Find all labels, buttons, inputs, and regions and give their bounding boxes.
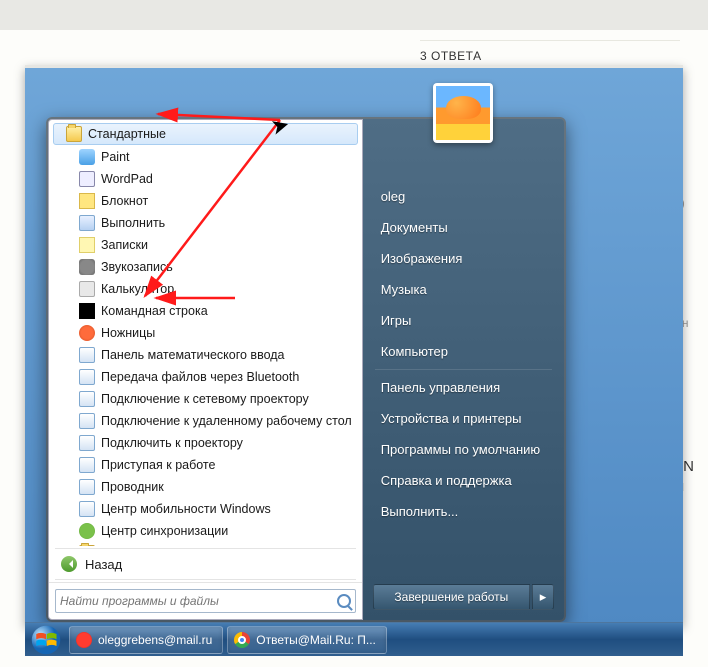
avatar-image [436, 86, 490, 140]
program-getting-started[interactable]: Приступая к работе [51, 454, 360, 476]
folder-icon [79, 545, 95, 546]
program-label: Передача файлов через Bluetooth [101, 370, 299, 384]
math-panel-icon [79, 347, 95, 363]
link-documents[interactable]: Документы [367, 212, 560, 243]
taskbar-item-label: Ответы@Mail.Ru: П... [256, 633, 376, 647]
program-label: Панель математического ввода [101, 348, 285, 362]
folder-powershell[interactable]: Windows PowerShell [51, 542, 360, 546]
program-math-input[interactable]: Панель математического ввода [51, 344, 360, 366]
projector-icon [79, 435, 95, 451]
mobility-icon [79, 501, 95, 517]
start-button[interactable] [25, 623, 67, 657]
projector-icon [79, 391, 95, 407]
sync-icon [79, 523, 95, 539]
program-snipping-tool[interactable]: Ножницы [51, 322, 360, 344]
separator [55, 548, 356, 549]
link-music[interactable]: Музыка [367, 274, 560, 305]
folder-icon [66, 126, 82, 142]
run-icon [79, 215, 95, 231]
search-box[interactable] [55, 589, 356, 613]
program-label: Записки [101, 238, 148, 252]
link-devices-printers[interactable]: Устройства и принтеры [367, 403, 560, 434]
paint-icon [79, 149, 95, 165]
link-default-programs[interactable]: Программы по умолчанию [367, 434, 560, 465]
link-pictures[interactable]: Изображения [367, 243, 560, 274]
program-label: Стандартные [88, 127, 166, 141]
program-label: Подключение к удаленному рабочему стол [101, 414, 352, 428]
program-soundrecorder[interactable]: Звукозапись [51, 256, 360, 278]
program-label: Выполнить [101, 216, 165, 230]
program-run[interactable]: Выполнить [51, 212, 360, 234]
opera-icon [76, 632, 92, 648]
chrome-icon [234, 632, 250, 648]
cmd-icon [79, 303, 95, 319]
program-label: Центр мобильности Windows [101, 502, 271, 516]
program-label: Ножницы [101, 326, 155, 340]
user-avatar[interactable] [433, 83, 493, 143]
back-button[interactable]: Назад [49, 551, 362, 577]
search-input[interactable] [60, 594, 337, 608]
notepad-icon [79, 193, 95, 209]
program-stickynotes[interactable]: Записки [51, 234, 360, 256]
back-arrow-icon [61, 556, 77, 572]
program-calculator[interactable]: Калькулятор [51, 278, 360, 300]
program-label: Подключить к проектору [101, 436, 243, 450]
wordpad-icon [79, 171, 95, 187]
folder-standartnye[interactable]: Стандартные [53, 123, 358, 145]
program-wordpad[interactable]: WordPad [51, 168, 360, 190]
microphone-icon [79, 259, 95, 275]
program-label: WordPad [101, 172, 153, 186]
separator [55, 579, 356, 580]
start-menu: Стандартные Paint WordPad Блокнот Выполн… [46, 117, 566, 622]
program-cmd[interactable]: Командная строка [51, 300, 360, 322]
program-notepad[interactable]: Блокнот [51, 190, 360, 212]
taskbar-item-opera[interactable]: oleggrebens@mail.ru [69, 626, 223, 654]
windows-logo-icon [31, 625, 61, 655]
remote-desktop-icon [79, 413, 95, 429]
search-icon [337, 594, 351, 608]
taskbar-item-label: oleggrebens@mail.ru [98, 633, 212, 647]
link-run[interactable]: Выполнить... [367, 496, 560, 527]
getting-started-icon [79, 457, 95, 473]
bluetooth-icon [79, 369, 95, 385]
taskbar: oleggrebens@mail.ru Ответы@Mail.Ru: П... [25, 622, 683, 656]
program-label: Приступая к работе [101, 458, 215, 472]
program-connect-projector[interactable]: Подключить к проектору [51, 432, 360, 454]
link-control-panel[interactable]: Панель управления [367, 372, 560, 403]
shutdown-row: Завершение работы ▸ [367, 578, 560, 616]
link-help-support[interactable]: Справка и поддержка [367, 465, 560, 496]
program-network-projector[interactable]: Подключение к сетевому проектору [51, 388, 360, 410]
calculator-icon [79, 281, 95, 297]
program-bluetooth-transfer[interactable]: Передача файлов через Bluetooth [51, 366, 360, 388]
program-sync-center[interactable]: Центр синхронизации [51, 520, 360, 542]
start-menu-right-pane: oleg Документы Изображения Музыка Игры К… [363, 119, 564, 620]
explorer-icon [79, 479, 95, 495]
back-label: Назад [85, 557, 122, 572]
link-computer[interactable]: Компьютер [367, 336, 560, 367]
program-label: Проводник [101, 480, 164, 494]
link-games[interactable]: Игры [367, 305, 560, 336]
program-label: Звукозапись [101, 260, 173, 274]
program-list[interactable]: Стандартные Paint WordPad Блокнот Выполн… [49, 120, 362, 546]
start-menu-left-pane: Стандартные Paint WordPad Блокнот Выполн… [48, 119, 363, 620]
program-label: Подключение к сетевому проектору [101, 392, 309, 406]
shutdown-button[interactable]: Завершение работы [373, 584, 530, 610]
shutdown-options-button[interactable]: ▸ [532, 584, 554, 610]
taskbar-item-chrome[interactable]: Ответы@Mail.Ru: П... [227, 626, 387, 654]
program-label: Блокнот [101, 194, 148, 208]
sticky-notes-icon [79, 237, 95, 253]
program-mobility-center[interactable]: Центр мобильности Windows [51, 498, 360, 520]
program-label: Центр синхронизации [101, 524, 228, 538]
search-row [49, 582, 362, 619]
program-label: Командная строка [101, 304, 208, 318]
program-label: Калькулятор [101, 282, 174, 296]
program-explorer[interactable]: Проводник [51, 476, 360, 498]
program-remote-desktop[interactable]: Подключение к удаленному рабочему стол [51, 410, 360, 432]
program-label: Paint [101, 150, 130, 164]
answers-count: 3 ОТВЕТА [420, 40, 680, 63]
separator [375, 369, 552, 370]
user-name-link[interactable]: oleg [367, 181, 560, 212]
scissors-icon [79, 325, 95, 341]
program-paint[interactable]: Paint [51, 146, 360, 168]
